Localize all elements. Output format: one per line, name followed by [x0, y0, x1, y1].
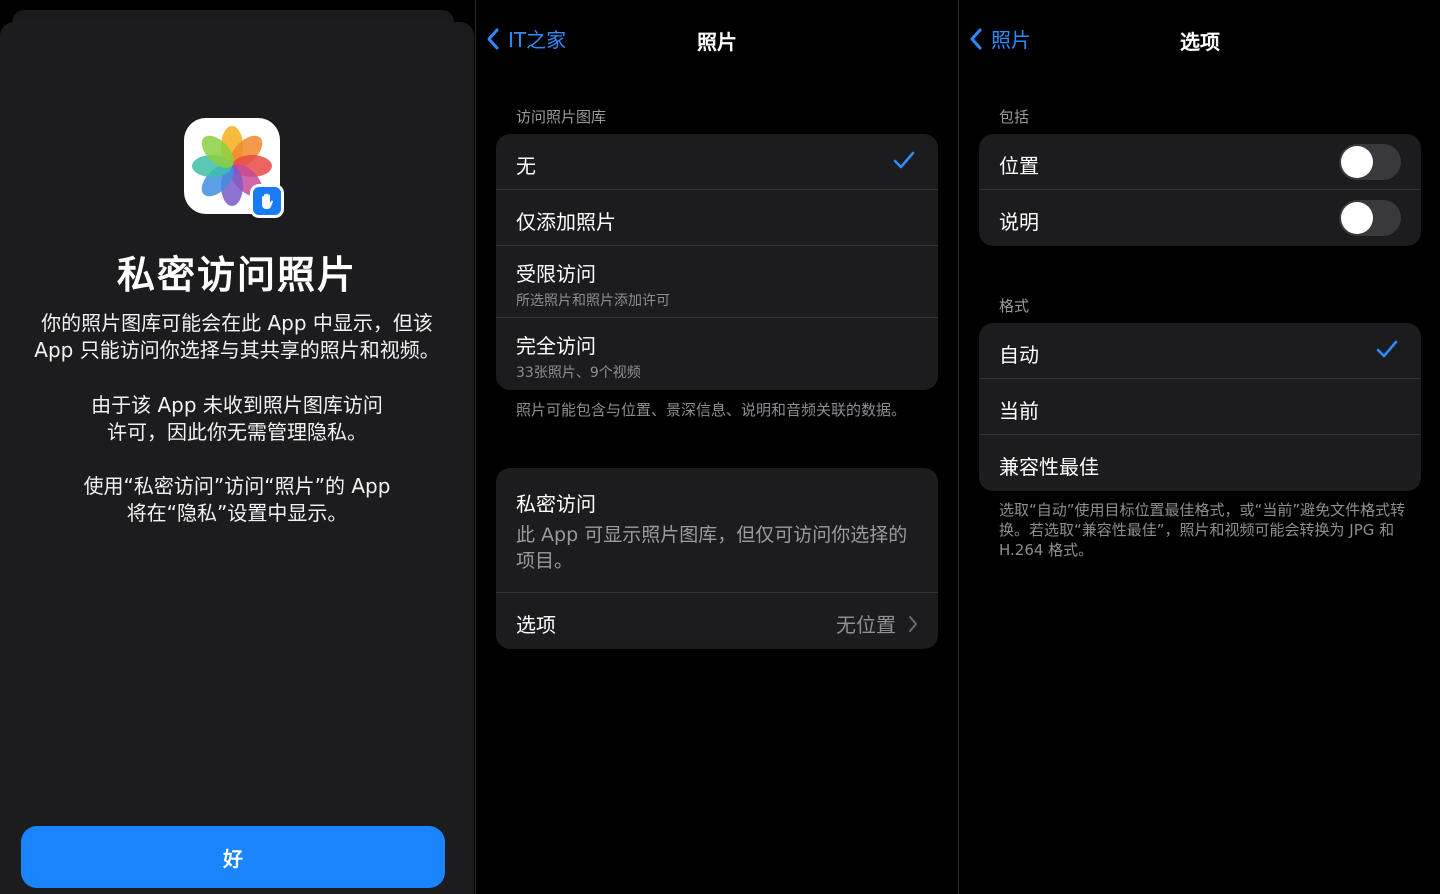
photos-settings-panel: IT之家 照片 访问照片图库 无 仅添加照片 受限访问 所选照片和照片添加许可 … [475, 0, 957, 894]
option-sublabel: 33张照片、9个视频 [516, 365, 641, 381]
page-title: 照片 [697, 30, 737, 54]
private-access-title: 私密访问 [516, 492, 596, 516]
include-location-row: 位置 [979, 134, 1421, 190]
include-section-header: 包括 [999, 108, 1030, 126]
ok-button[interactable]: 好 [21, 826, 445, 888]
options-value-group: 无位置 [836, 609, 918, 638]
private-access-description: 此 App 可显示照片图库，但仅可访问你选择的项目。 [516, 524, 908, 572]
format-list: 自动 当前 兼容性最佳 [979, 323, 1421, 491]
nav-bar: 照片 选项 [959, 0, 1440, 78]
access-option-add-only[interactable]: 仅添加照片 [496, 190, 938, 246]
private-access-sheet-panel: 私密访问照片 你的照片图库可能会在此 App 中显示，但该 App 只能访问你选… [0, 0, 474, 894]
caption-toggle[interactable] [1339, 200, 1401, 236]
options-settings-panel: 照片 选项 包括 位置 说明 格式 自动 当前 兼容性最佳 选取“自动”使用目标… [958, 0, 1440, 894]
option-label: 仅添加照片 [516, 210, 616, 234]
format-label: 兼容性最佳 [999, 455, 1099, 479]
options-row[interactable]: 选项 无位置 [496, 593, 938, 649]
sheet-title: 私密访问照片 [116, 253, 357, 297]
chevron-right-icon [909, 615, 917, 632]
private-access-info: 私密访问 此 App 可显示照片图库，但仅可访问你选择的项目。 [496, 468, 938, 593]
option-label: 无 [516, 154, 536, 178]
format-label: 自动 [999, 343, 1039, 367]
format-section-footer: 选取“自动”使用目标位置最佳格式，或“当前”避免文件格式转换。若选取“兼容性最佳… [999, 501, 1406, 559]
access-section-header: 访问照片图库 [516, 108, 607, 126]
access-section-footer: 照片可能包含与位置、景深信息、说明和音频关联的数据。 [516, 401, 907, 419]
toggle-knob [1341, 202, 1373, 234]
page-title: 选项 [1180, 30, 1220, 54]
include-label: 说明 [999, 210, 1039, 234]
option-label: 完全访问 [516, 334, 596, 358]
format-label: 当前 [999, 399, 1039, 423]
sheet-description-1: 你的照片图库可能会在此 App 中显示，但该 App 只能访问你选择与其共享的照… [34, 311, 440, 362]
options-value: 无位置 [836, 613, 896, 637]
include-caption-row: 说明 [979, 190, 1421, 246]
format-option-most-compatible[interactable]: 兼容性最佳 [979, 435, 1421, 491]
access-options-list: 无 仅添加照片 受限访问 所选照片和照片添加许可 完全访问 33张照片、9个视频 [496, 134, 938, 390]
option-sublabel: 所选照片和照片添加许可 [516, 293, 670, 309]
format-section-header: 格式 [999, 297, 1030, 315]
include-label: 位置 [999, 154, 1039, 178]
toggle-knob [1341, 146, 1373, 178]
sheet-description-3: 使用“私密访问”访问“照片”的 App 将在“隐私”设置中显示。 [83, 474, 391, 525]
format-option-auto[interactable]: 自动 [979, 323, 1421, 379]
hand-privacy-badge-icon [250, 184, 284, 218]
location-toggle[interactable] [1339, 144, 1401, 180]
include-list: 位置 说明 [979, 134, 1421, 246]
option-label: 受限访问 [516, 262, 596, 286]
private-access-group: 私密访问 此 App 可显示照片图库，但仅可访问你选择的项目。 选项 无位置 [496, 468, 938, 649]
options-label: 选项 [516, 613, 556, 637]
checkmark-icon [1376, 340, 1398, 358]
format-option-current[interactable]: 当前 [979, 379, 1421, 435]
access-option-full[interactable]: 完全访问 33张照片、9个视频 [496, 318, 938, 390]
access-option-limited[interactable]: 受限访问 所选照片和照片添加许可 [496, 246, 938, 318]
sheet-description-2: 由于该 App 未收到照片图库访问许可，因此你无需管理隐私。 [91, 393, 383, 444]
access-option-none[interactable]: 无 [496, 134, 938, 190]
checkmark-icon [893, 151, 915, 169]
nav-bar: IT之家 照片 [476, 0, 957, 78]
